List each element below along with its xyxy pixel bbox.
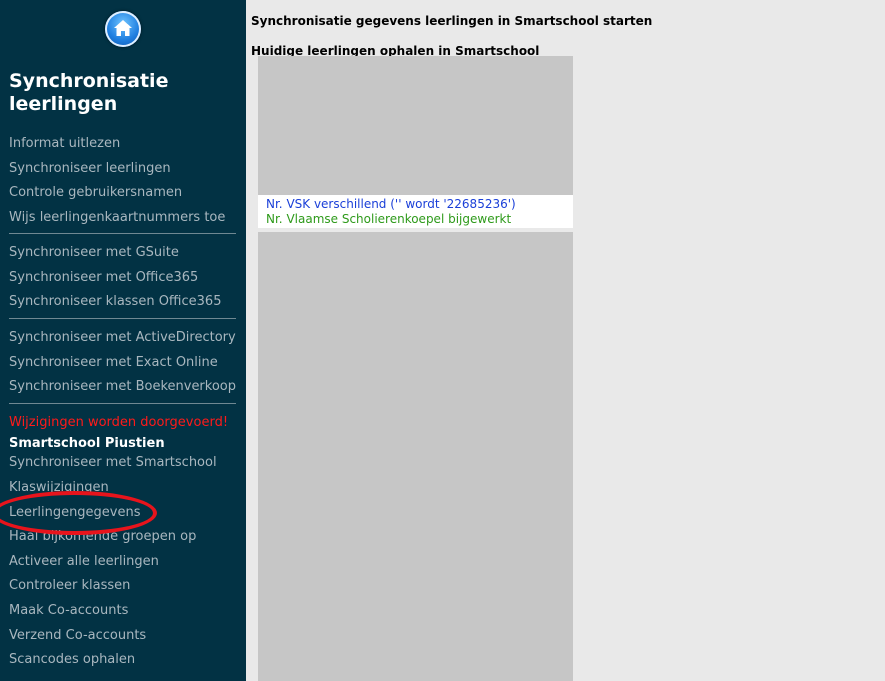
- log-line: Nr. VSK verschillend ('' wordt '22685236…: [266, 197, 516, 211]
- sidebar-divider: [9, 403, 236, 404]
- sidebar-item-leerlingenkaartnummers[interactable]: Wijs leerlingenkaartnummers toe: [9, 210, 225, 226]
- page-title: Synchronisatie gegevens leerlingen in Sm…: [251, 14, 653, 28]
- status-warning: Wijzigingen worden doorgevoerd!: [9, 415, 229, 430]
- sidebar-item-maak-co-accounts[interactable]: Maak Co-accounts: [9, 603, 128, 619]
- home-button[interactable]: [105, 11, 141, 47]
- home-icon: [114, 20, 132, 36]
- sidebar-item-activedirectory[interactable]: Synchroniseer met ActiveDirectory: [9, 330, 236, 346]
- sidebar-item-gsuite[interactable]: Synchroniseer met GSuite: [9, 245, 179, 261]
- log-line: Nr. Vlaamse Scholierenkoepel bijgewerkt: [266, 212, 512, 226]
- sidebar-divider: [9, 233, 236, 234]
- sidebar-item-smartschool[interactable]: Synchroniseer met Smartschool: [9, 455, 217, 471]
- redacted-block: [258, 232, 573, 681]
- sidebar-item-controleer-klassen[interactable]: Controleer klassen: [9, 578, 130, 594]
- sidebar-item-exact-online[interactable]: Synchroniseer met Exact Online: [9, 355, 218, 371]
- sidebar-divider: [9, 318, 236, 319]
- sidebar-item-activeer-leerlingen[interactable]: Activeer alle leerlingen: [9, 554, 159, 570]
- sidebar-item-scancodes-ophalen[interactable]: Scancodes ophalen: [9, 652, 135, 668]
- sidebar-section-heading: Smartschool Piustien: [9, 436, 165, 451]
- sidebar: Synchronisatie leerlingen Informat uitle…: [0, 0, 246, 681]
- sidebar-item-controle-gebruikersnamen[interactable]: Controle gebruikersnamen: [9, 185, 182, 201]
- sidebar-item-verzend-co-accounts[interactable]: Verzend Co-accounts: [9, 628, 146, 644]
- sidebar-item-synchroniseer-leerlingen[interactable]: Synchroniseer leerlingen: [9, 161, 171, 177]
- annotation-circle: [0, 491, 157, 535]
- sidebar-item-boekenverkoop[interactable]: Synchroniseer met Boekenverkoop: [9, 379, 236, 395]
- sidebar-item-office365[interactable]: Synchroniseer met Office365: [9, 270, 198, 286]
- sidebar-title: Synchronisatie leerlingen: [9, 70, 169, 115]
- sidebar-item-informat-uitlezen[interactable]: Informat uitlezen: [9, 136, 120, 152]
- sidebar-item-klassen-office365[interactable]: Synchroniseer klassen Office365: [9, 294, 221, 310]
- redacted-block: [258, 56, 573, 195]
